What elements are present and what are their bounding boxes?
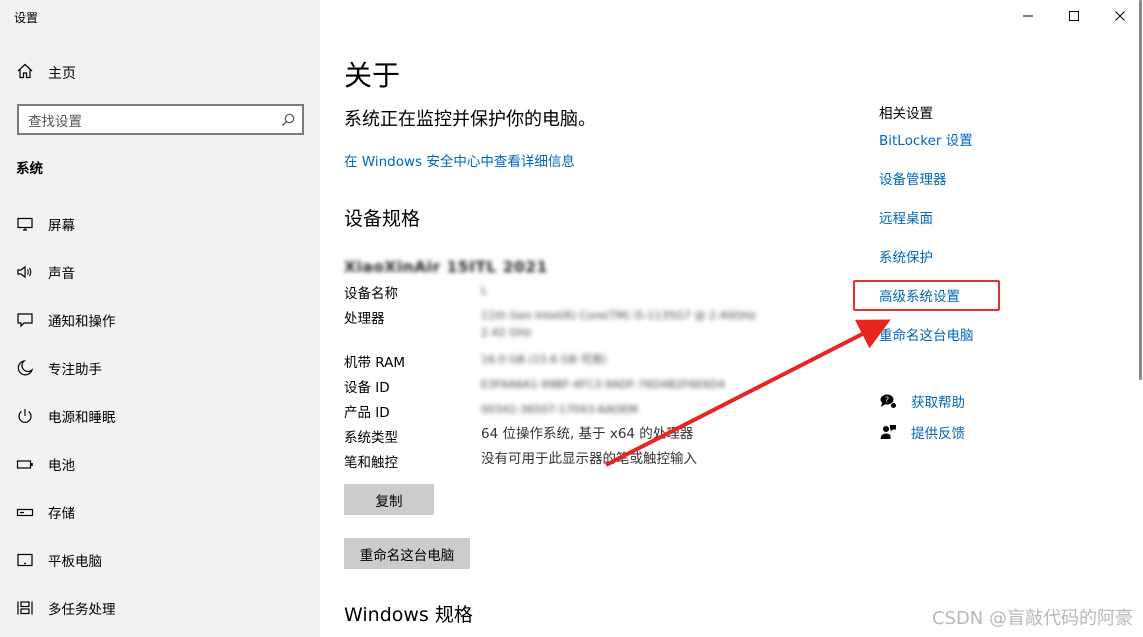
sidebar-home-label: 主页 bbox=[48, 66, 76, 82]
related-settings: 相关设置 BitLocker 设置 设备管理器 远程桌面 系统保护 高级系统设置… bbox=[879, 0, 1109, 637]
search-placeholder: 查找设置 bbox=[28, 113, 82, 130]
advanced-system-settings-link[interactable]: 高级系统设置 bbox=[879, 285, 960, 305]
sidebar-item-storage[interactable]: 存储 bbox=[0, 488, 320, 536]
spec-value: 64 位操作系统, 基于 x64 的处理器 bbox=[481, 426, 694, 442]
tablet-icon bbox=[16, 551, 34, 569]
sidebar-item-label: 多任务处理 bbox=[48, 602, 116, 618]
app-title: 设置 bbox=[14, 11, 39, 25]
rename-pc-button[interactable]: 重命名这台电脑 bbox=[344, 538, 470, 569]
main-content: 关于 系统正在监控并保护你的电脑。 在 Windows 安全中心中查看详细信息 … bbox=[344, 0, 844, 637]
section-label-system: 系统 bbox=[16, 161, 43, 177]
get-help-link[interactable]: ? 获取帮助 bbox=[879, 391, 965, 411]
sidebar-nav: 屏幕 声音 通知和操作 专注助手 电源和睡眠 电池 存储 平板电脑 多任务处理 bbox=[0, 200, 320, 632]
spec-key: 产品 ID bbox=[344, 405, 390, 421]
scrollbar-thumb[interactable] bbox=[1139, 0, 1142, 380]
spec-key: 笔和触控 bbox=[344, 455, 398, 471]
windows-spec-heading: Windows 规格 bbox=[344, 604, 473, 626]
sidebar-home[interactable]: 主页 bbox=[16, 62, 76, 84]
watermark: CSDN @盲敲代码的阿豪 bbox=[931, 608, 1133, 629]
page-title: 关于 bbox=[344, 59, 401, 92]
sidebar-item-sound[interactable]: 声音 bbox=[0, 248, 320, 296]
sidebar-item-tablet[interactable]: 平板电脑 bbox=[0, 536, 320, 584]
get-help-label: 获取帮助 bbox=[911, 395, 965, 411]
search-input[interactable]: 查找设置 bbox=[17, 104, 304, 135]
device-manager-link[interactable]: 设备管理器 bbox=[879, 168, 947, 188]
spec-key: 设备名称 bbox=[344, 286, 398, 302]
moon-icon bbox=[16, 359, 34, 377]
spec-value: L bbox=[481, 284, 488, 297]
rename-pc-link[interactable]: 重命名这台电脑 bbox=[879, 324, 974, 344]
sidebar-item-label: 声音 bbox=[48, 266, 75, 282]
power-icon bbox=[16, 407, 34, 425]
security-center-link[interactable]: 在 Windows 安全中心中查看详细信息 bbox=[344, 150, 575, 170]
sidebar-item-multitasking[interactable]: 多任务处理 bbox=[0, 584, 320, 632]
spec-value: 16.0 GB (15.6 GB 可用) bbox=[481, 353, 607, 366]
protection-status-text: 系统正在监控并保护你的电脑。 bbox=[344, 109, 596, 130]
related-settings-title: 相关设置 bbox=[879, 106, 933, 122]
sidebar-item-label: 存储 bbox=[48, 506, 75, 522]
sidebar-item-label: 专注助手 bbox=[48, 362, 102, 378]
speaker-icon bbox=[16, 263, 34, 281]
sidebar-item-display[interactable]: 屏幕 bbox=[0, 200, 320, 248]
help-chat-icon: ? bbox=[879, 392, 897, 410]
sidebar-item-focus-assist[interactable]: 专注助手 bbox=[0, 344, 320, 392]
sidebar-item-label: 通知和操作 bbox=[48, 314, 116, 330]
spec-value: 00342-36507-17043-AAOEM bbox=[481, 403, 638, 416]
copy-button[interactable]: 复制 bbox=[344, 484, 434, 515]
sidebar-item-notifications[interactable]: 通知和操作 bbox=[0, 296, 320, 344]
spec-value: E3F6A6A1-99BF-4FC3-9ADF-76D4B2F6E6D4 bbox=[481, 378, 726, 391]
close-icon bbox=[1114, 7, 1126, 26]
feedback-link[interactable]: 提供反馈 bbox=[879, 422, 965, 442]
sidebar-item-label: 电源和睡眠 bbox=[48, 410, 116, 426]
battery-icon bbox=[16, 455, 34, 473]
svg-text:?: ? bbox=[885, 396, 889, 405]
spec-key: 处理器 bbox=[344, 311, 385, 327]
bitlocker-settings-link[interactable]: BitLocker 设置 bbox=[879, 129, 973, 149]
spec-key: 系统类型 bbox=[344, 430, 398, 446]
spec-key: 机带 RAM bbox=[344, 355, 406, 371]
notification-icon bbox=[16, 311, 34, 329]
sidebar-item-label: 屏幕 bbox=[48, 218, 75, 234]
search-icon[interactable] bbox=[274, 106, 302, 133]
sidebar-item-battery[interactable]: 电池 bbox=[0, 440, 320, 488]
storage-icon bbox=[16, 503, 34, 521]
sidebar-item-label: 电池 bbox=[48, 458, 75, 474]
spec-key: 设备 ID bbox=[344, 380, 390, 396]
feedback-icon bbox=[879, 423, 897, 441]
spec-value: 11th Gen Intel(R) Core(TM) i5-1135G7 @ 2… bbox=[481, 309, 756, 339]
monitor-icon bbox=[16, 215, 34, 233]
multitask-icon bbox=[16, 599, 34, 617]
system-protection-link[interactable]: 系统保护 bbox=[879, 246, 933, 266]
remote-desktop-link[interactable]: 远程桌面 bbox=[879, 207, 933, 227]
spec-value: 没有可用于此显示器的笔或触控输入 bbox=[481, 451, 697, 467]
device-spec-heading: 设备规格 bbox=[344, 208, 421, 230]
sidebar-item-power-sleep[interactable]: 电源和睡眠 bbox=[0, 392, 320, 440]
device-model-name: XiaoXinAir 15ITL 2021 bbox=[344, 258, 548, 276]
sidebar-item-label: 平板电脑 bbox=[48, 554, 102, 570]
scrollbar[interactable] bbox=[1137, 0, 1143, 637]
home-icon bbox=[16, 62, 34, 84]
sidebar: 设置 主页 查找设置 系统 屏幕 声音 通知和操作 专注助手 电源和睡眠 电池 … bbox=[0, 0, 320, 637]
feedback-label: 提供反馈 bbox=[911, 426, 965, 442]
